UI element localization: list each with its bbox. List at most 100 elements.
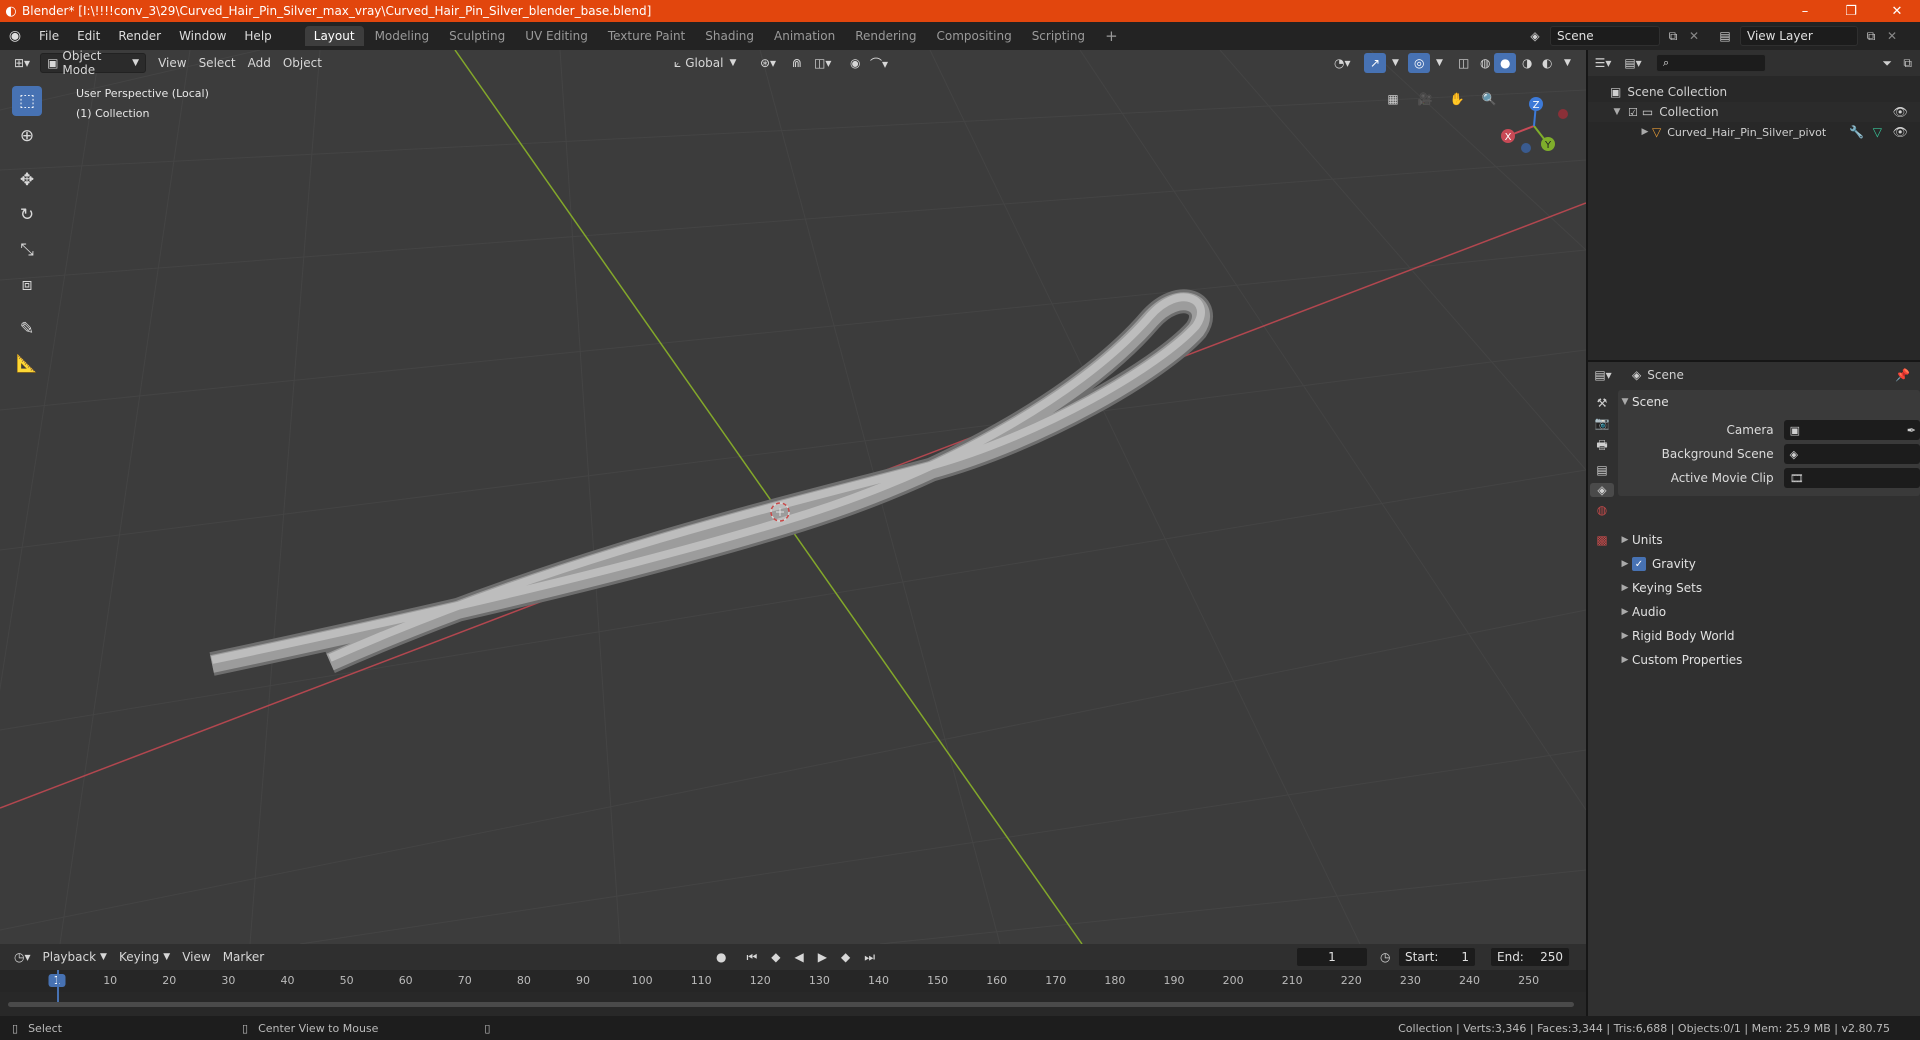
solid-shading-icon[interactable]: ● (1494, 53, 1517, 73)
remove-view-layer-icon[interactable]: ✕ (1884, 29, 1900, 43)
tab-layout[interactable]: Layout (304, 26, 364, 46)
outliner-editor-icon[interactable]: ☰▾ (1588, 56, 1618, 70)
eye-icon[interactable]: 👁 (1893, 105, 1908, 119)
units-panel-header[interactable]: ▶ Units (1618, 528, 1920, 552)
tab-texture-paint[interactable]: Texture Paint (599, 26, 694, 46)
neg-x-axis-icon[interactable] (1558, 109, 1568, 119)
menu-file[interactable]: File (30, 29, 68, 43)
tab-modeling[interactable]: Modeling (366, 26, 439, 46)
tab-rendering[interactable]: Rendering (846, 26, 925, 46)
checkbox-icon[interactable]: ☑ (1628, 106, 1638, 119)
select-box-tool-icon[interactable]: ⬚ (12, 86, 42, 116)
overlay-dropdown-icon[interactable]: ▼ (1430, 53, 1449, 73)
menu-select[interactable]: Select (193, 53, 242, 73)
close-button[interactable]: ✕ (1874, 0, 1920, 22)
transform-orientation-dropdown[interactable]: ⟀ Global ▼ (668, 53, 742, 73)
visibility-icon[interactable]: ◔▾ (1328, 53, 1357, 73)
rigid-body-world-panel-header[interactable]: ▶ Rigid Body World (1618, 624, 1920, 648)
rotate-tool-icon[interactable]: ↻ (12, 200, 42, 230)
view-layer-icon[interactable]: ▤ (1714, 29, 1736, 43)
audio-panel-header[interactable]: ▶ Audio (1618, 600, 1920, 624)
timeline-editor-icon[interactable]: ◷▾ (8, 947, 37, 967)
blender-menu-icon[interactable]: ◉ (0, 28, 30, 44)
scene-icon[interactable]: ◈ (1524, 29, 1546, 43)
snap-icon[interactable]: ⋒ (786, 53, 808, 73)
gizmo-dropdown-icon[interactable]: ▼ (1386, 53, 1405, 73)
scene-panel-header[interactable]: ▼ Scene (1618, 390, 1920, 414)
current-frame-field[interactable]: 1 (1296, 947, 1368, 967)
camera-view-icon[interactable]: 🎥 (1412, 86, 1438, 112)
3d-viewport[interactable] (0, 50, 1586, 944)
tab-shading[interactable]: Shading (696, 26, 763, 46)
timeline-track-area[interactable] (0, 970, 1586, 1008)
menu-render[interactable]: Render (109, 29, 170, 43)
menu-add[interactable]: Add (242, 53, 277, 73)
annotate-tool-icon[interactable]: ✎ (12, 314, 42, 344)
mesh-data-icon[interactable]: ▽ (1873, 125, 1882, 139)
preview-range-icon[interactable]: ◷ (1374, 947, 1396, 967)
tab-compositing[interactable]: Compositing (927, 26, 1020, 46)
mode-dropdown[interactable]: ▣ Object Mode ▼ (40, 49, 147, 77)
eyedropper-icon[interactable]: ✒ (1907, 424, 1916, 437)
jump-start-icon[interactable]: ⏮ (740, 947, 763, 967)
rendered-shading-icon[interactable]: ◐ (1536, 53, 1558, 73)
filter-icon[interactable]: ⏷ (1882, 56, 1892, 71)
movie-clip-field[interactable]: 🎞 (1783, 468, 1920, 488)
menu-edit[interactable]: Edit (68, 29, 109, 43)
menu-window[interactable]: Window (170, 29, 235, 43)
xray-icon[interactable]: ◫ (1452, 53, 1475, 73)
properties-editor-icon[interactable]: ▤▾ (1588, 368, 1618, 382)
tab-scripting[interactable]: Scripting (1023, 26, 1094, 46)
scene-field[interactable]: Scene (1550, 26, 1660, 46)
playhead[interactable] (57, 970, 59, 1006)
view-layer-properties-icon[interactable]: ▤ (1596, 463, 1607, 477)
gravity-checkbox[interactable]: ✓ (1632, 557, 1646, 571)
world-properties-icon[interactable]: ◍ (1597, 503, 1607, 517)
menu-keying[interactable]: Keying ▼ (113, 947, 176, 967)
menu-help[interactable]: Help (235, 29, 280, 43)
neg-z-axis-icon[interactable] (1521, 143, 1531, 153)
render-properties-icon[interactable]: 📷 (1595, 416, 1610, 430)
expand-arrow-icon[interactable]: ▶ (1638, 127, 1652, 137)
menu-view[interactable]: View (152, 53, 192, 73)
view-layer-field[interactable]: View Layer (1740, 26, 1858, 46)
shading-dropdown-icon[interactable]: ▼ (1558, 53, 1577, 73)
keying-sets-panel-header[interactable]: ▶ Keying Sets (1618, 576, 1920, 600)
overlay-toggle-icon[interactable]: ◎ (1408, 53, 1431, 73)
gravity-panel-header[interactable]: ▶ ✓ Gravity (1618, 552, 1920, 576)
maximize-button[interactable]: ❐ (1828, 0, 1874, 22)
transform-tool-icon[interactable]: ⧈ (12, 270, 42, 300)
menu-marker[interactable]: Marker (217, 947, 270, 967)
outliner-row-scene-collection[interactable]: ▣ Scene Collection (1588, 82, 1920, 102)
pivot-point-icon[interactable]: ⊛▾ (754, 53, 782, 73)
tab-sculpting[interactable]: Sculpting (440, 26, 514, 46)
minimize-button[interactable]: – (1782, 0, 1828, 22)
camera-field[interactable]: ▣ ✒ (1783, 420, 1920, 440)
background-scene-field[interactable]: ◈ (1783, 444, 1920, 464)
menu-timeline-view[interactable]: View (176, 947, 216, 967)
scene-properties-icon[interactable]: ◈ (1590, 483, 1614, 497)
jump-end-icon[interactable]: ⏭ (858, 947, 881, 967)
eye-icon[interactable]: 👁 (1893, 125, 1908, 139)
tool-settings-icon[interactable]: ⚒ (1597, 396, 1608, 410)
prev-keyframe-icon[interactable]: ◆ (765, 947, 786, 967)
start-frame-field[interactable]: Start: 1 (1398, 947, 1476, 967)
toggle-ortho-icon[interactable]: ▦ (1380, 86, 1406, 112)
play-reverse-icon[interactable]: ◀ (789, 947, 810, 967)
output-properties-icon[interactable]: 🖶 (1596, 436, 1607, 457)
play-icon[interactable]: ▶ (812, 947, 833, 967)
measure-tool-icon[interactable]: 📐 (12, 349, 42, 379)
end-frame-field[interactable]: End: 250 (1490, 947, 1570, 967)
add-workspace-icon[interactable]: + (1096, 24, 1127, 48)
menu-playback[interactable]: Playback ▼ (37, 947, 113, 967)
remove-scene-icon[interactable]: ✕ (1686, 29, 1702, 43)
pin-icon[interactable]: 📌 (1895, 368, 1910, 382)
new-collection-icon[interactable]: ⧉ (1903, 56, 1912, 71)
frame-ruler[interactable]: 1102030405060708090100110120130140150160… (0, 970, 1586, 992)
display-mode-icon[interactable]: ▤▾ (1618, 56, 1648, 70)
outliner-row-collection[interactable]: ▼ ☑ ▭ Collection 👁 (1588, 102, 1920, 122)
custom-properties-panel-header[interactable]: ▶ Custom Properties (1618, 648, 1920, 672)
timeline-scrollbar[interactable] (8, 1002, 1574, 1007)
record-icon[interactable]: ● (710, 947, 732, 967)
texture-properties-icon[interactable]: ▩ (1596, 533, 1607, 547)
